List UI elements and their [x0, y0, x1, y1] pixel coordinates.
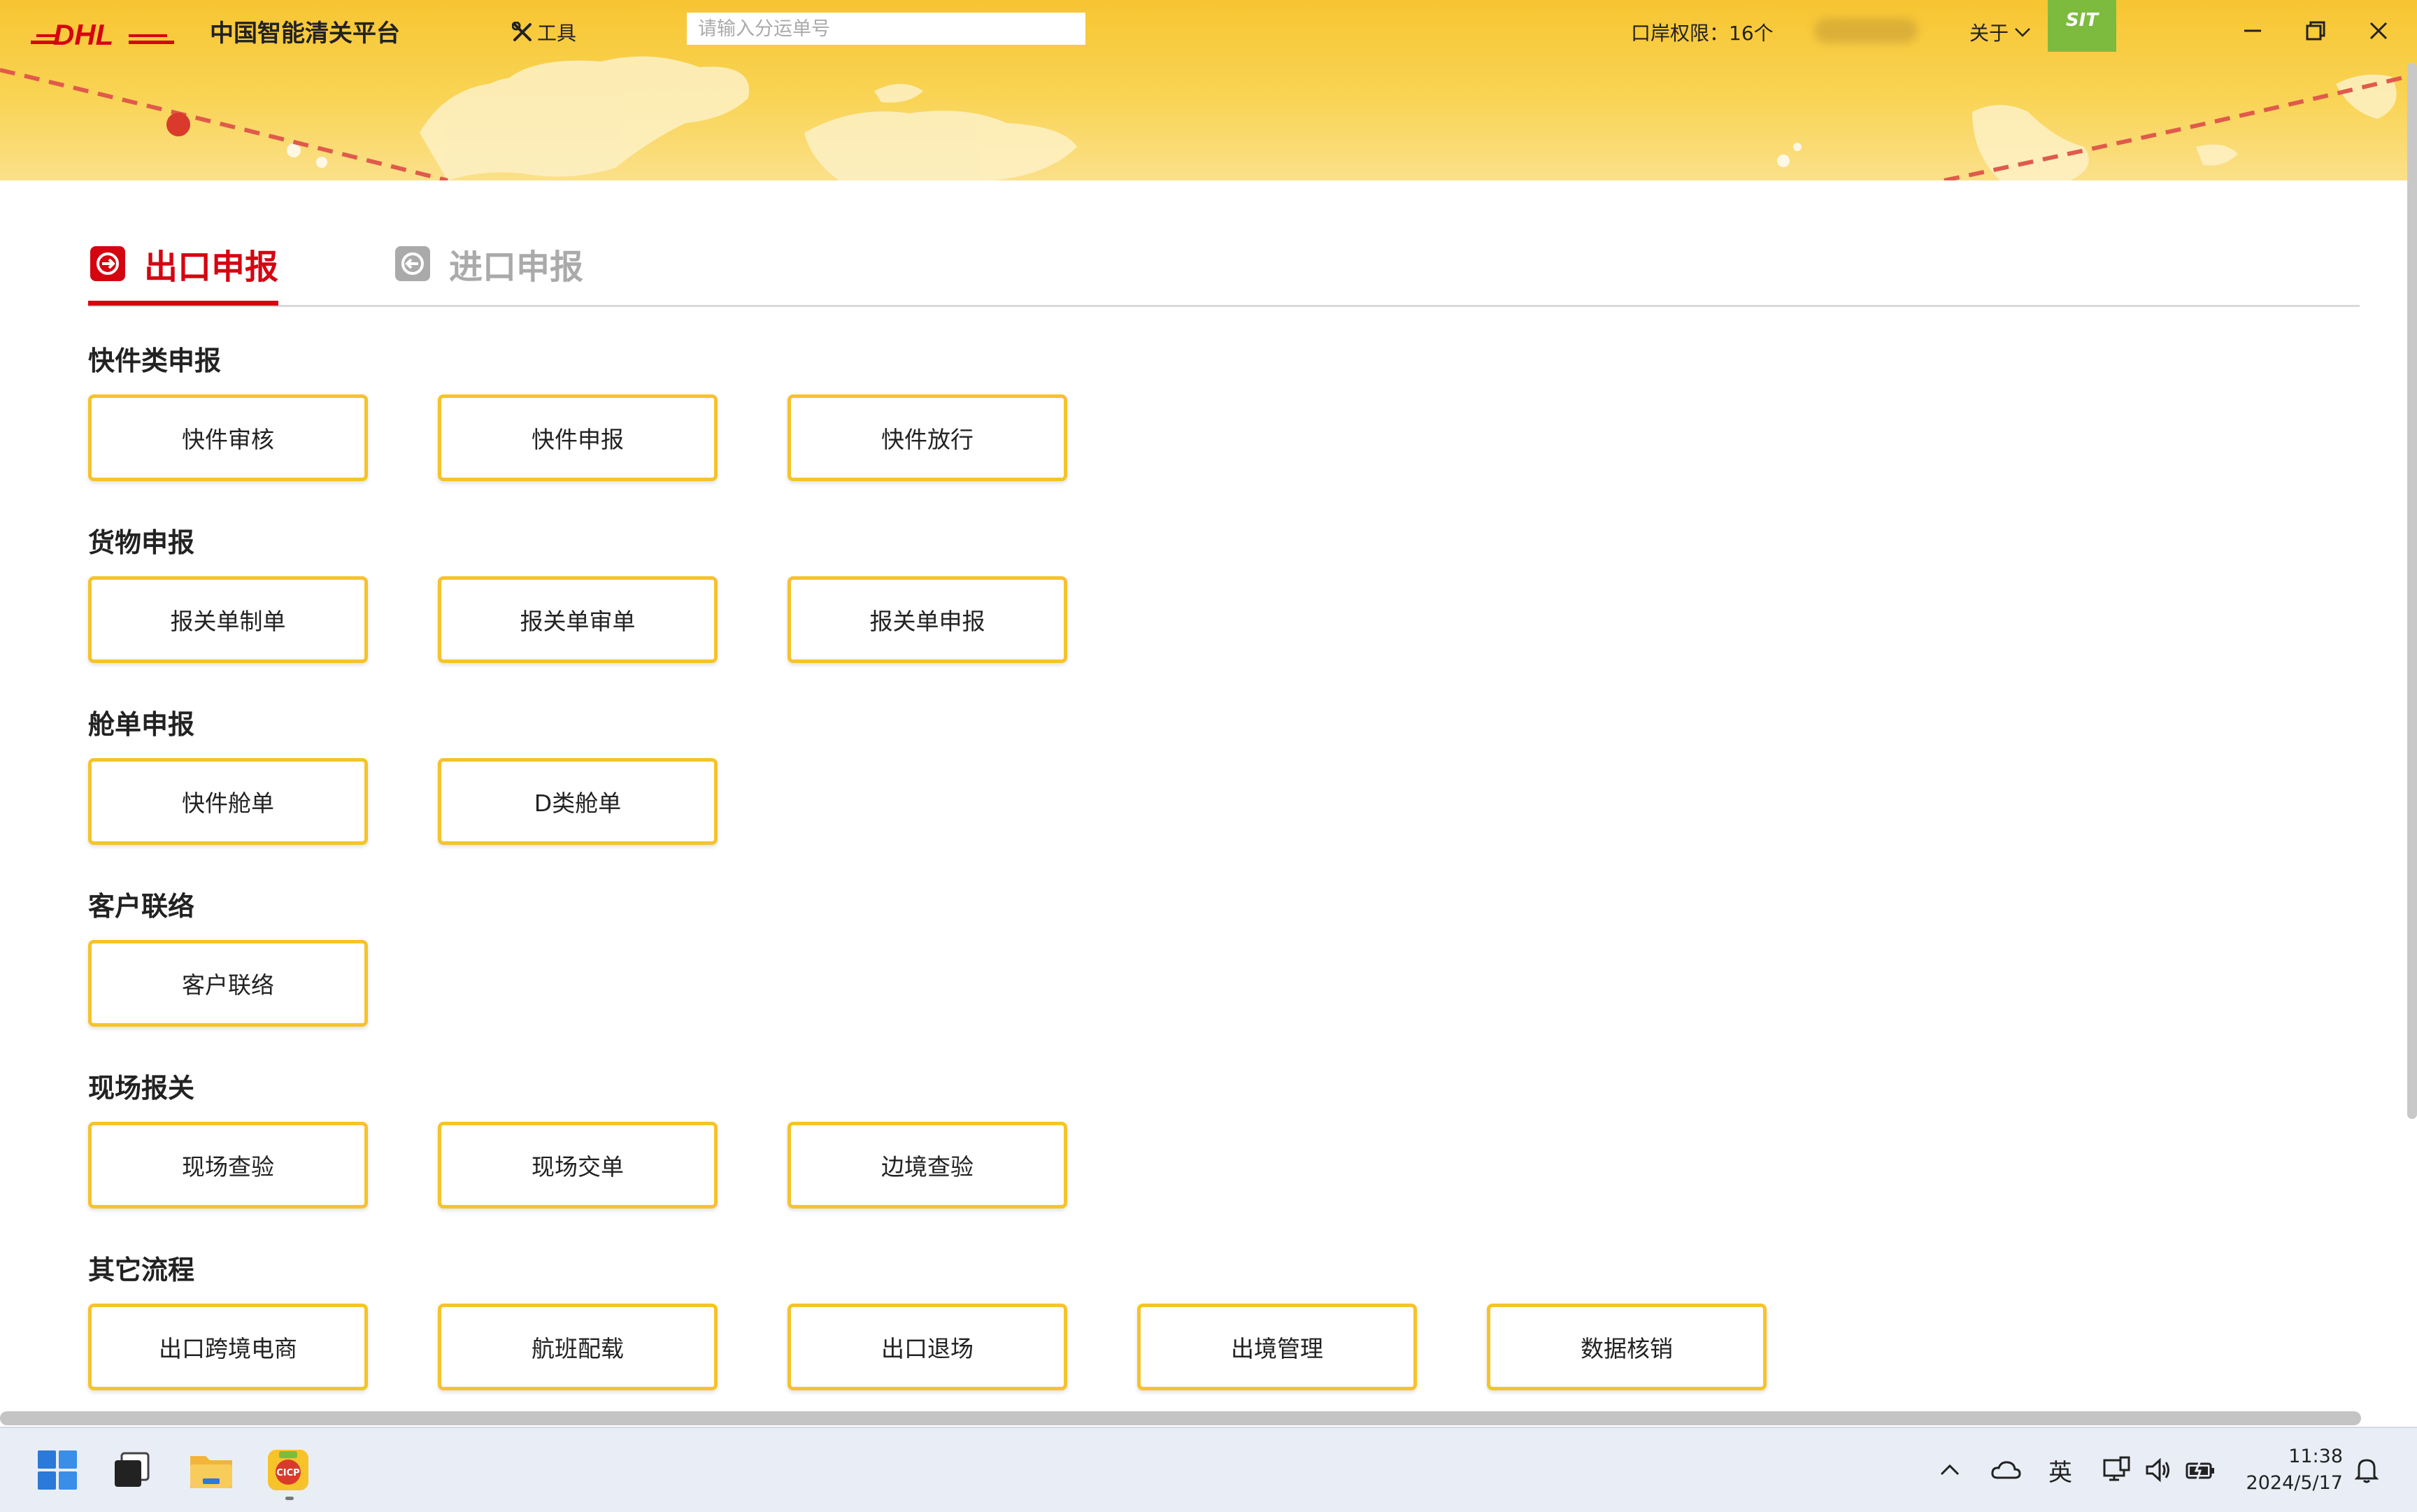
minimize-button[interactable]	[2228, 10, 2277, 52]
onedrive-button[interactable]	[1985, 1449, 2027, 1491]
section-express-declaration: 快件类申报 快件审核 快件申报 快件放行	[88, 340, 1067, 481]
tools-label: 工具	[537, 22, 577, 45]
customer-contact-button[interactable]: 客户联络	[88, 940, 368, 1027]
onsite-inspection-button[interactable]: 现场查验	[88, 1122, 368, 1208]
section-title: 客户联络	[88, 891, 195, 922]
exit-management-button[interactable]: 出境管理	[1137, 1304, 1417, 1390]
cicp-app-button[interactable]: CICP	[260, 1442, 316, 1498]
speaker-icon	[2146, 1457, 2169, 1483]
flight-loading-button[interactable]: 航班配载	[438, 1304, 718, 1390]
tab-import-label: 进口申报	[449, 248, 584, 287]
svg-text:DHL: DHL	[53, 18, 113, 50]
dhl-logo: DHL	[31, 18, 174, 50]
vertical-scrollbar[interactable]	[2407, 63, 2417, 1119]
express-manifest-button[interactable]: 快件舱单	[88, 758, 368, 845]
system-clock[interactable]: 11:38 2024/5/17	[2238, 1443, 2343, 1497]
windows-taskbar: CICP 英 11:38 2024/5/17	[0, 1427, 2417, 1512]
show-hidden-icons-button[interactable]	[1929, 1449, 1971, 1491]
section-manifest-declaration: 舱单申报 快件舱单 D类舱单	[88, 704, 718, 845]
class-d-manifest-button[interactable]: D类舱单	[438, 758, 718, 845]
section-title: 其它流程	[88, 1255, 195, 1285]
section-title: 现场报关	[88, 1073, 195, 1104]
header-banner: DHL 中国智能清关平台 工具 口岸权限：16个 关于 SIT	[0, 0, 2417, 180]
tools-icon	[512, 22, 532, 41]
tools-menu[interactable]: 工具	[512, 17, 576, 48]
folder-icon	[190, 1456, 232, 1488]
express-review-button[interactable]: 快件审核	[88, 394, 368, 481]
horizontal-scrollbar[interactable]	[0, 1411, 2361, 1425]
chevron-down-icon	[2015, 28, 2030, 37]
section-customer-contact: 客户联络 客户联络	[88, 885, 368, 1027]
border-inspection-button[interactable]: 边境查验	[787, 1122, 1067, 1208]
customs-form-review-button[interactable]: 报关单审单	[438, 576, 718, 663]
about-label: 关于	[1969, 22, 2009, 45]
section-title: 快件类申报	[88, 345, 222, 376]
network-icon	[2103, 1456, 2130, 1481]
onsite-submission-button[interactable]: 现场交单	[438, 1122, 718, 1208]
import-icon	[395, 246, 430, 281]
environment-badge: SIT	[2048, 0, 2116, 52]
battery-button[interactable]	[2179, 1449, 2221, 1491]
about-menu[interactable]: 关于	[1969, 18, 2031, 46]
section-onsite-customs: 现场报关 现场查验 现场交单 边境查验	[88, 1067, 1067, 1208]
waybill-search-input[interactable]	[687, 13, 1085, 45]
minimize-icon	[2244, 29, 2261, 32]
export-withdrawal-button[interactable]: 出口退场	[787, 1304, 1067, 1390]
declaration-tabs: 出口申报 进口申报	[88, 225, 2360, 307]
section-title: 舱单申报	[88, 709, 195, 740]
express-declare-button[interactable]: 快件申报	[438, 394, 718, 481]
start-button[interactable]	[29, 1442, 85, 1498]
network-button[interactable]	[2095, 1449, 2137, 1491]
app-title: 中国智能清关平台	[210, 20, 400, 48]
task-view-button[interactable]	[104, 1442, 159, 1498]
close-icon	[2369, 22, 2388, 40]
volume-button[interactable]	[2137, 1449, 2179, 1491]
restore-icon	[2306, 21, 2325, 41]
data-reconciliation-button[interactable]: 数据核销	[1487, 1304, 1767, 1390]
export-icon	[90, 246, 125, 281]
running-app-indicator	[285, 1497, 294, 1500]
cloud-icon	[1991, 1461, 2021, 1479]
tab-export-label: 出口申报	[144, 248, 279, 287]
chevron-up-icon	[1940, 1464, 1960, 1476]
ime-indicator[interactable]: 英	[2039, 1449, 2081, 1491]
bell-icon	[2355, 1459, 2379, 1483]
section-other-processes: 其它流程 出口跨境电商 航班配载 出口退场 出境管理 数据核销	[88, 1249, 1767, 1390]
port-permission-label: 口岸权限：16个	[1631, 22, 1774, 45]
battery-icon	[2186, 1460, 2214, 1480]
restore-button[interactable]	[2291, 10, 2340, 52]
clock-time: 11:38	[2288, 1446, 2343, 1467]
customs-form-declare-button[interactable]: 报关单申报	[787, 576, 1067, 663]
section-cargo-declaration: 货物申报 报关单制单 报关单审单 报关单申报	[88, 522, 1067, 663]
task-view-icon	[115, 1452, 150, 1487]
export-cross-border-ecommerce-button[interactable]: 出口跨境电商	[88, 1304, 368, 1390]
user-account-menu[interactable]	[1814, 18, 1918, 43]
section-title: 货物申报	[88, 527, 195, 558]
clock-date: 2024/5/17	[2246, 1472, 2343, 1494]
express-release-button[interactable]: 快件放行	[787, 394, 1067, 481]
cicp-app-icon: CICP	[268, 1450, 308, 1490]
tab-import-declaration[interactable]: 进口申报	[393, 225, 583, 302]
customs-form-create-button[interactable]: 报关单制单	[88, 576, 368, 663]
notifications-button[interactable]	[2346, 1449, 2388, 1491]
windows-start-icon	[38, 1450, 77, 1490]
close-button[interactable]	[2354, 10, 2403, 52]
tab-export-declaration[interactable]: 出口申报	[88, 225, 279, 306]
file-explorer-button[interactable]	[183, 1442, 239, 1498]
svg-text:CICP: CICP	[276, 1468, 299, 1478]
